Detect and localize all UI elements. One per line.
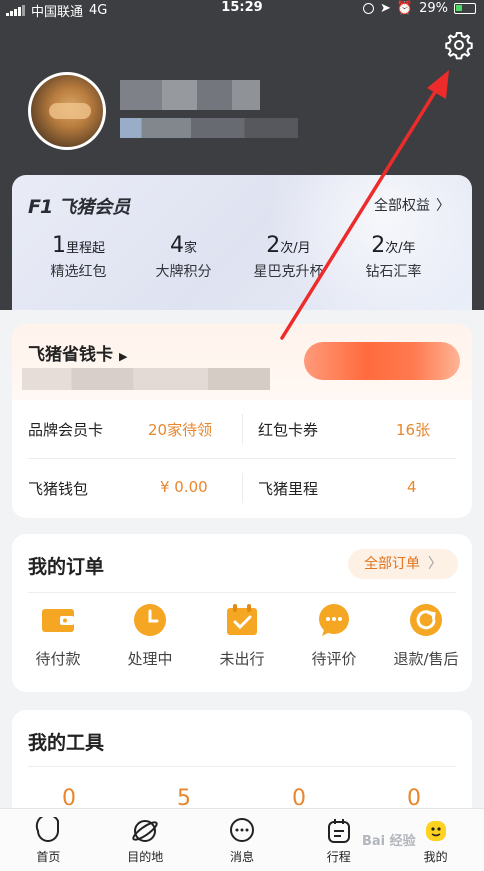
all-orders-button[interactable]: 全部订单〉 (348, 549, 458, 579)
savings-card-title: 飞猪省钱卡 ▶ (28, 340, 127, 365)
coupons-value[interactable]: 16张 (396, 419, 430, 440)
planet-icon (131, 817, 159, 845)
tab-home[interactable]: 首页 (0, 809, 97, 871)
order-status-label: 退款/售后 (393, 650, 459, 668)
savings-stats: 品牌会员卡 20家待领 红包卡券 16张 飞猪钱包 ¥ 0.00 飞猪里程 4 (12, 400, 472, 518)
chevron-right-icon: 〉 (428, 556, 442, 572)
clock-icon (132, 602, 168, 638)
username-redacted (120, 80, 260, 110)
gear-icon (445, 32, 473, 60)
message-icon (228, 817, 256, 845)
order-to-review[interactable]: 待评价 (288, 602, 380, 669)
watermark: Bai 经验 (362, 834, 416, 849)
membership-title: F1 飞猪会员 (28, 193, 130, 219)
brand-membership-value[interactable]: 20家待领 (148, 419, 212, 440)
tab-label: 行程 (326, 850, 351, 864)
battery-icon (454, 3, 476, 14)
orders-title: 我的订单 (28, 556, 105, 578)
itinerary-icon (325, 817, 353, 845)
divider (242, 473, 243, 503)
alarm-icon: ⏰ (396, 1, 414, 16)
divider (242, 414, 243, 444)
savings-description-redacted (22, 368, 270, 390)
wallet-label[interactable]: 飞猪钱包 (28, 478, 88, 499)
mileage-label[interactable]: 飞猪里程 (258, 478, 318, 499)
order-pending-payment[interactable]: 待付款 (12, 602, 104, 669)
membership-name: 飞猪会员 (58, 197, 131, 218)
membership-card[interactable]: F1 飞猪会员 全部权益〉 1里程起 精选红包 4家 大牌积分 2次/月 星巴克升… (12, 175, 472, 310)
all-orders-label: 全部订单 (364, 556, 420, 572)
savings-card: 飞猪省钱卡 ▶ 品牌会员卡 20家待领 红包卡券 16张 飞猪钱包 ¥ 0.00 … (12, 324, 472, 518)
order-processing[interactable]: 处理中 (104, 602, 196, 669)
mileage-value[interactable]: 4 (407, 478, 417, 496)
wallet-value[interactable]: ¥ 0.00 (160, 478, 208, 496)
orders-card: 我的订单 全部订单〉 待付款 处理中 未出行 待评价 退款/售后 (12, 534, 472, 692)
membership-badge: F1 (28, 196, 53, 218)
benefit-unit: 家 (183, 241, 197, 256)
calendar-check-icon (224, 602, 260, 638)
benefit-number: 1 (51, 233, 66, 258)
savings-action-button-redacted[interactable] (304, 342, 460, 380)
divider (28, 766, 456, 767)
order-status-label: 待评价 (311, 650, 357, 668)
coupons-label[interactable]: 红包卡券 (258, 419, 318, 440)
benefit-number: 2 (371, 233, 386, 258)
tab-messages[interactable]: 消息 (194, 809, 291, 871)
status-bar: 中国联通 4G 15:29 ➤ ⏰ 29% (0, 0, 484, 20)
benefit-label: 精选红包 (50, 264, 107, 280)
benefit-label: 钻石汇率 (365, 264, 422, 280)
benefit-unit: 里程起 (65, 241, 105, 256)
battery-percent: 29% (419, 1, 448, 16)
order-status-label: 待付款 (35, 650, 81, 668)
home-icon (34, 813, 62, 845)
savings-card-header[interactable]: 飞猪省钱卡 ▶ (12, 324, 472, 400)
all-benefits-link[interactable]: 全部权益〉 (374, 195, 450, 215)
savings-card-title-text: 飞猪省钱卡 (28, 345, 113, 365)
tab-destinations[interactable]: 目的地 (97, 809, 194, 871)
benefit-label: 星巴克升杯 (253, 264, 324, 280)
divider (28, 592, 456, 593)
tab-label: 消息 (229, 850, 254, 864)
stats-row: 品牌会员卡 20家待领 红包卡券 16张 (12, 400, 472, 458)
benefit-label: 大牌积分 (155, 264, 212, 280)
triangle-right-icon: ▶ (119, 350, 128, 363)
benefit-unit: 次/年 (385, 241, 416, 256)
tab-label: 目的地 (127, 850, 164, 864)
refund-icon (408, 602, 444, 638)
benefit-item[interactable]: 2次/年 钻石汇率 (341, 233, 446, 281)
order-upcoming-trip[interactable]: 未出行 (196, 602, 288, 669)
tab-label: 首页 (36, 850, 61, 864)
order-refund[interactable]: 退款/售后 (380, 602, 472, 669)
chevron-right-icon: 〉 (436, 198, 450, 214)
location-icon: ➤ (380, 1, 391, 16)
settings-button[interactable] (444, 30, 474, 60)
wallet-icon (40, 602, 76, 638)
profile-icon (422, 817, 450, 845)
benefit-item[interactable]: 2次/月 星巴克升杯 (236, 233, 341, 281)
comment-icon (316, 602, 352, 638)
all-benefits-label: 全部权益 (374, 198, 430, 214)
tools-title: 我的工具 (28, 732, 105, 754)
order-status-row: 待付款 处理中 未出行 待评价 退款/售后 (12, 602, 472, 669)
tab-label: 我的 (423, 850, 448, 864)
benefit-number: 4 (169, 233, 184, 258)
user-id-redacted (120, 118, 298, 138)
benefit-item[interactable]: 1里程起 精选红包 (26, 233, 131, 281)
benefit-number: 2 (266, 233, 281, 258)
orientation-lock-icon (363, 3, 374, 14)
benefits-row: 1里程起 精选红包 4家 大牌积分 2次/月 星巴克升杯 2次/年 钻石汇率 (12, 233, 472, 281)
brand-membership-label[interactable]: 品牌会员卡 (28, 419, 103, 440)
benefit-unit: 次/月 (280, 241, 311, 256)
benefit-item[interactable]: 4家 大牌积分 (131, 233, 236, 281)
stats-row: 飞猪钱包 ¥ 0.00 飞猪里程 4 (12, 459, 472, 517)
order-status-label: 未出行 (219, 650, 265, 668)
avatar[interactable] (28, 72, 106, 150)
order-status-label: 处理中 (127, 650, 173, 668)
